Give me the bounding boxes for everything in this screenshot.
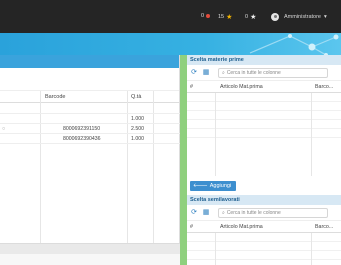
semilavorati-table-header: # Articolo Mat.prima Barco... (187, 221, 341, 233)
chevron-down-icon: ▾ (323, 14, 327, 20)
favorites-badge[interactable]: 15 ★ (218, 13, 232, 21)
column-index[interactable]: # (190, 224, 193, 230)
column-index[interactable]: # (190, 84, 193, 90)
column-divider (215, 93, 216, 176)
column-divider (311, 93, 312, 176)
avatar (271, 13, 279, 21)
table-row[interactable] (187, 93, 341, 102)
table-row[interactable]: 8000692390436 1.000 (0, 134, 180, 144)
barcode-cell: 8000692390436 (63, 136, 101, 142)
search-input[interactable]: ⌕ Cerca in tutte le colonne (218, 68, 328, 78)
qty-cell: 1.000 (131, 116, 144, 122)
column-barcode[interactable]: Barcode (45, 94, 66, 100)
barcode-cell: 8000692391150 (63, 126, 101, 132)
column-qty[interactable]: Q.tà (131, 94, 141, 100)
table-row[interactable] (187, 251, 341, 260)
left-panel-header (0, 55, 179, 68)
refresh-icon[interactable]: ⟳ (190, 209, 198, 217)
add-button-label: Aggiungi (209, 183, 232, 189)
search-placeholder: Cerca in tutte le colonne (226, 70, 281, 76)
alert-icon (206, 14, 211, 18)
materie-prime-toolbar: ⟳ ▦ ⌕ Cerca in tutte le colonne (187, 65, 341, 81)
materie-prime-title: Scelta materie prime (187, 55, 341, 65)
column-divider (215, 233, 216, 265)
table-row[interactable] (187, 129, 341, 138)
materie-prime-table-body (187, 93, 341, 176)
column-barcode[interactable]: Barco... (315, 84, 333, 90)
top-bar: 0 15 ★ 0 ★ Amministratore ▾ (0, 0, 341, 33)
notifications-badge[interactable]: 0 (201, 13, 211, 19)
search-placeholder: Cerca in tutte le colonne (226, 210, 281, 216)
columns-icon[interactable]: ▦ (202, 69, 210, 77)
left-panel-toolbar (0, 68, 179, 91)
search-icon: ⌕ (222, 70, 225, 76)
network-graphic-icon (249, 34, 339, 55)
table-row[interactable]: ○ 8000692391150 2.500 (0, 124, 180, 134)
search-input[interactable]: ⌕ Cerca in tutte le colonne (218, 208, 328, 218)
table-row[interactable] (187, 242, 341, 251)
table-row[interactable] (187, 102, 341, 111)
table-row[interactable] (187, 233, 341, 242)
user-menu[interactable]: Amministratore ▾ (271, 13, 327, 21)
left-panel: Barcode Q.tà 1.000 ○ 8000692391150 2.500… (0, 55, 180, 265)
table-row[interactable]: 1.000 (0, 114, 180, 124)
refresh-icon[interactable]: ⟳ (190, 69, 198, 77)
left-table-scrollbar[interactable] (0, 254, 180, 265)
table-row[interactable] (187, 111, 341, 120)
messages-count: 0 (245, 14, 249, 20)
search-icon: ⌕ (222, 210, 225, 216)
semilavorati-panel: Scelta semilavorati ⟳ ▦ ⌕ Cerca in tutte… (187, 195, 341, 265)
semilavorati-title: Scelta semilavorati (187, 195, 341, 205)
semilavorati-table-body (187, 233, 341, 265)
star-icon: ★ (226, 14, 233, 21)
add-button[interactable]: 🡐 Aggiungi (190, 181, 236, 191)
materie-prime-table-header: # Articolo Mat.prima Barco... (187, 81, 341, 93)
qty-cell: 2.500 (131, 126, 144, 132)
materie-prime-panel: Scelta materie prime ⟳ ▦ ⌕ Cerca in tutt… (187, 55, 341, 176)
column-barcode[interactable]: Barco... (315, 224, 333, 230)
column-divider (311, 233, 312, 265)
header-banner (0, 33, 341, 55)
notifications-count: 0 (201, 13, 205, 19)
table-row[interactable] (0, 104, 180, 114)
column-articolo[interactable]: Articolo Mat.prima (220, 224, 263, 230)
user-name: Amministratore (284, 14, 321, 20)
left-table-footer (0, 243, 180, 254)
qty-cell: 1.000 (131, 136, 144, 142)
messages-badge[interactable]: 0 ★ (245, 13, 256, 21)
panel-splitter[interactable] (180, 55, 187, 265)
star-outline-icon: ★ (250, 14, 257, 21)
columns-icon[interactable]: ▦ (202, 209, 210, 217)
row-marker: ○ (2, 126, 6, 132)
arrow-left-icon: 🡐 (193, 183, 208, 189)
semilavorati-toolbar: ⟳ ▦ ⌕ Cerca in tutte le colonne (187, 205, 341, 221)
favorites-count: 15 (218, 14, 225, 20)
column-articolo[interactable]: Articolo Mat.prima (220, 84, 263, 90)
table-row[interactable] (187, 120, 341, 129)
